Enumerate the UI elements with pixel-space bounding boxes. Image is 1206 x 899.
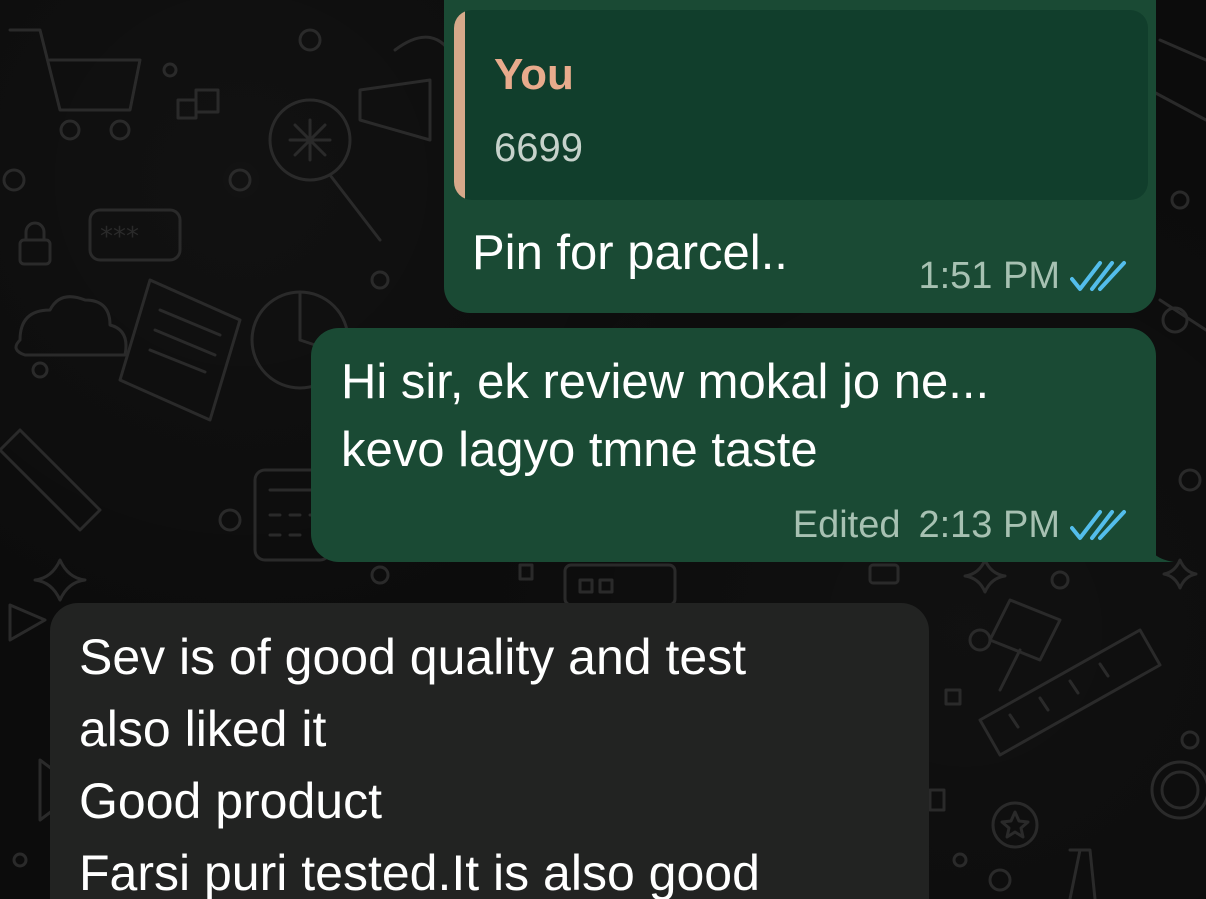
message-line: Farsi puri tested.It is also good xyxy=(79,845,760,899)
message-bubble-incoming[interactable]: Sev is of good quality and test also lik… xyxy=(50,603,929,899)
message-line: Good product xyxy=(79,773,382,829)
edited-label: Edited xyxy=(792,504,901,546)
chat-window: *** You 6699 Pin for parcel.. 1:51 PM Hi… xyxy=(0,0,1206,899)
quote-text: 6699 xyxy=(494,126,583,170)
message-time: 2:13 PM xyxy=(918,504,1060,546)
message-line: kevo lagyo tmne taste xyxy=(341,423,818,477)
double-check-read-icon xyxy=(1070,510,1126,540)
message-line: also liked it xyxy=(79,701,327,757)
quote-author: You xyxy=(494,50,574,99)
bubble-tail xyxy=(1144,532,1174,562)
message-meta: 1:51 PM xyxy=(918,256,1128,296)
quoted-message[interactable]: You 6699 xyxy=(454,10,1148,200)
message-line: Sev is of good quality and test xyxy=(79,629,747,685)
svg-text:***: *** xyxy=(100,222,139,252)
message-bubble-outgoing[interactable]: Hi sir, ek review mokal jo ne... kevo la… xyxy=(311,328,1174,562)
message-text: Pin for parcel.. xyxy=(472,226,788,280)
quote-accent-bar xyxy=(454,10,465,200)
message-text: Hi sir, ek review mokal jo ne... kevo la… xyxy=(341,348,989,484)
message-meta: Edited 2:13 PM xyxy=(793,505,1128,545)
double-check-read-icon xyxy=(1070,261,1126,291)
message-line: Hi sir, ek review mokal jo ne... xyxy=(341,355,990,409)
message-bubble-outgoing[interactable]: You 6699 Pin for parcel.. 1:51 PM xyxy=(444,0,1156,313)
message-time: 1:51 PM xyxy=(918,255,1060,297)
